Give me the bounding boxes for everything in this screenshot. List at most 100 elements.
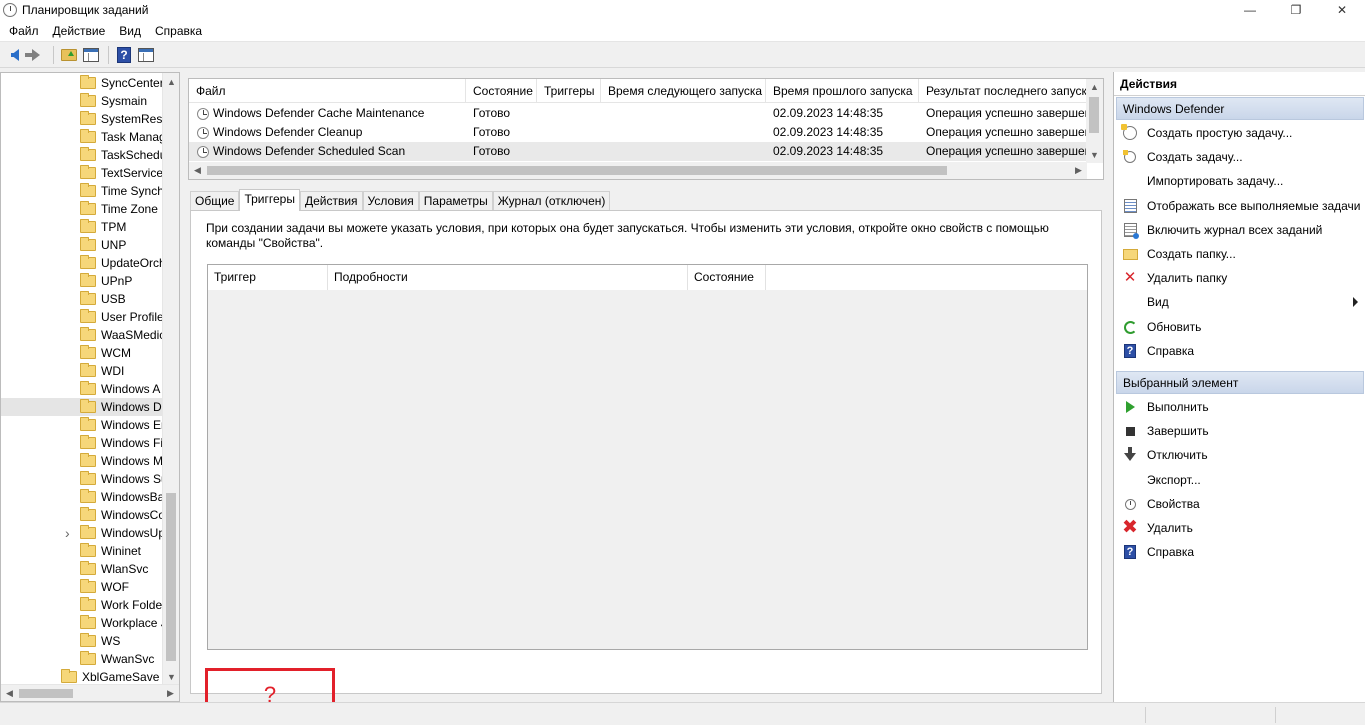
show-hide-console-tree-button[interactable] — [81, 45, 101, 65]
menu-action[interactable]: Действие — [46, 21, 113, 41]
tree-item[interactable]: TPM — [1, 218, 163, 236]
tree-item[interactable]: WaaSMedic — [1, 326, 163, 344]
task-list-horizontal-scrollbar[interactable]: ◀ ▶ — [189, 162, 1087, 179]
scroll-right-icon[interactable]: ▶ — [162, 685, 179, 701]
tree-item[interactable]: UpdateOrch — [1, 254, 163, 272]
menu-view[interactable]: Вид — [112, 21, 148, 41]
tree-item[interactable]: WDI — [1, 362, 163, 380]
action-item[interactable]: Экспорт... — [1118, 469, 1362, 491]
action-item[interactable]: Обновить — [1118, 316, 1362, 338]
tree-item[interactable]: Windows Su — [1, 470, 163, 488]
action-item[interactable]: Создать задачу... — [1118, 146, 1362, 168]
up-level-button[interactable] — [59, 45, 79, 65]
tree-item[interactable]: Windows A — [1, 380, 163, 398]
column-header-triggers[interactable]: Триггеры — [537, 79, 601, 103]
menu-help[interactable]: Справка — [148, 21, 209, 41]
scroll-left-icon[interactable]: ◀ — [1, 685, 18, 701]
tab-1[interactable]: Триггеры — [239, 189, 300, 211]
action-item[interactable]: Создать простую задачу... — [1118, 122, 1362, 144]
tree-item[interactable]: Windows D — [1, 398, 163, 416]
action-item[interactable]: Отображать все выполняемые задачи — [1118, 195, 1362, 217]
tree-item[interactable]: SystemRest — [1, 110, 163, 128]
scroll-up-icon[interactable]: ▲ — [1086, 79, 1103, 95]
minimize-button[interactable]: — — [1227, 0, 1273, 20]
task-row[interactable]: Windows Defender Cache Maintenance Готово… — [189, 104, 1089, 123]
tab-0[interactable]: Общие — [190, 191, 240, 211]
back-button[interactable] — [4, 45, 24, 65]
tree-scroll-thumb[interactable] — [166, 493, 176, 661]
tree-item[interactable]: TextServices — [1, 164, 163, 182]
action-item[interactable]: Включить журнал всех заданий — [1118, 219, 1362, 241]
tree-item[interactable]: Time Zone — [1, 200, 163, 218]
tree-item[interactable]: Time Synch — [1, 182, 163, 200]
column-header-last-run[interactable]: Время прошлого запуска — [766, 79, 919, 103]
show-hide-action-pane-button[interactable] — [136, 45, 156, 65]
menu-file[interactable]: Файл — [2, 21, 46, 41]
task-row[interactable]: Windows Defender Scheduled Scan Готово 02.… — [189, 142, 1089, 161]
action-item[interactable]: ✕ Удалить папку — [1118, 267, 1362, 289]
help-toolbar-button[interactable]: ? — [114, 45, 134, 65]
action-item[interactable]: Создать папку... — [1118, 243, 1362, 265]
actions-section-header[interactable]: Выбранный элемент — [1116, 371, 1364, 394]
tree-item[interactable]: Work Folde — [1, 596, 163, 614]
close-button[interactable]: ✕ — [1319, 0, 1365, 20]
scroll-right-icon[interactable]: ▶ — [1070, 162, 1087, 179]
column-header-trigger-state[interactable]: Состояние — [688, 265, 766, 290]
tree-vertical-scrollbar[interactable]: ▲ ▼ — [162, 73, 179, 685]
action-item[interactable]: Вид — [1118, 291, 1362, 313]
tab-5[interactable]: Журнал (отключен) — [492, 191, 611, 211]
tree-item[interactable]: TaskSchedu — [1, 146, 163, 164]
tree-item[interactable]: Workplace J — [1, 614, 163, 632]
scroll-up-icon[interactable]: ▲ — [163, 73, 179, 90]
action-item[interactable]: ✖ Удалить — [1118, 517, 1362, 539]
tab-3[interactable]: Условия — [362, 191, 419, 211]
scroll-left-icon[interactable]: ◀ — [189, 162, 206, 179]
task-list-scroll-thumb[interactable] — [1089, 97, 1099, 133]
action-item[interactable]: Отключить — [1118, 444, 1362, 466]
tree-item[interactable]: WS — [1, 632, 163, 650]
action-item[interactable]: Импортировать задачу... — [1118, 170, 1362, 192]
tree-item[interactable]: Windows M — [1, 452, 163, 470]
tree-item[interactable]: User Profile — [1, 308, 163, 326]
action-item[interactable]: ? Справка — [1118, 340, 1362, 362]
tree-horizontal-scrollbar[interactable]: ◀ ▶ — [1, 684, 179, 701]
tree-item[interactable]: WindowsCo — [1, 506, 163, 524]
task-list-vertical-scrollbar[interactable]: ▲ ▼ — [1086, 79, 1103, 163]
column-header-last-result[interactable]: Результат последнего запуска — [919, 79, 1089, 103]
task-row[interactable]: Windows Defender Cleanup Готово 02.09.2023… — [189, 123, 1089, 142]
expand-chevron-icon[interactable]: › — [65, 525, 73, 541]
action-item[interactable]: Выполнить — [1118, 396, 1362, 418]
tab-4[interactable]: Параметры — [418, 191, 493, 211]
column-header-trigger[interactable]: Триггер — [208, 265, 328, 290]
task-list-hscroll-thumb[interactable] — [207, 166, 947, 175]
column-header-details[interactable]: Подробности — [328, 265, 688, 290]
column-header-state[interactable]: Состояние — [466, 79, 537, 103]
scroll-down-icon[interactable]: ▼ — [163, 668, 179, 685]
tree-item[interactable]: SyncCenter — [1, 74, 163, 92]
tree-item[interactable]: Windows Fi — [1, 434, 163, 452]
tree-item[interactable]: UPnP — [1, 272, 163, 290]
forward-button[interactable] — [25, 45, 46, 65]
tree-item[interactable]: WCM — [1, 344, 163, 362]
action-item[interactable]: Завершить — [1118, 420, 1362, 442]
action-item[interactable]: Свойства — [1118, 493, 1362, 515]
column-header-name[interactable]: Файл — [189, 79, 466, 103]
tree-item[interactable]: Windows Er — [1, 416, 163, 434]
action-item[interactable]: ? Справка — [1118, 541, 1362, 563]
maximize-button[interactable]: ❐ — [1273, 0, 1319, 20]
column-header-next-run[interactable]: Время следующего запуска — [601, 79, 766, 103]
tree-item[interactable]: WindowsBa — [1, 488, 163, 506]
scroll-down-icon[interactable]: ▼ — [1086, 147, 1103, 163]
tree-hscroll-thumb[interactable] — [19, 689, 73, 698]
tree-item[interactable]: Wininet — [1, 542, 163, 560]
tree-item[interactable]: WwanSvc — [1, 650, 163, 668]
actions-section-header[interactable]: Windows Defender — [1116, 97, 1364, 120]
tab-2[interactable]: Действия — [299, 191, 363, 211]
tree-item[interactable]: Task Manag — [1, 128, 163, 146]
tree-item[interactable]: WlanSvc — [1, 560, 163, 578]
tree-item[interactable]: UNP — [1, 236, 163, 254]
tree-item[interactable]: › WindowsUp — [1, 524, 163, 542]
tree-item[interactable]: WOF — [1, 578, 163, 596]
tree-item[interactable]: USB — [1, 290, 163, 308]
tree-item[interactable]: Sysmain — [1, 92, 163, 110]
